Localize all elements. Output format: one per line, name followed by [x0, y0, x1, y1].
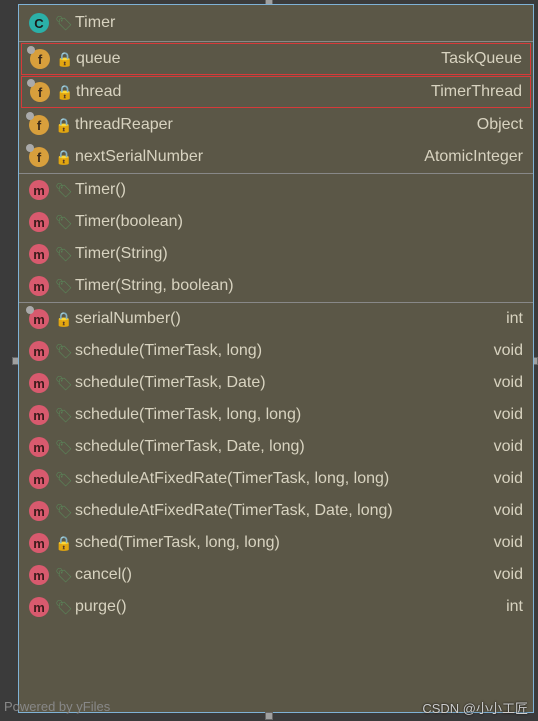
method-icon: m	[29, 405, 49, 425]
package-icon: 🏷	[55, 503, 69, 520]
constructor-signature-label: Timer()	[75, 181, 523, 199]
constructor-signature-label: Timer(boolean)	[75, 213, 523, 231]
class-icon: C	[29, 13, 49, 33]
method-icon: m	[29, 565, 49, 585]
package-icon: 🏷	[55, 343, 69, 360]
method-row[interactable]: m 🏷 schedule(TimerTask, long) void	[19, 335, 533, 367]
package-icon: 🏷	[55, 599, 69, 616]
powered-by-label: Powered by yFiles	[0, 697, 114, 716]
method-icon: m	[29, 597, 49, 617]
field-type-label: TimerThread	[431, 83, 522, 101]
method-icon: m	[29, 276, 49, 296]
lock-icon: 🔒	[55, 311, 69, 328]
package-icon: 🏷	[55, 182, 69, 199]
method-signature-label: purge()	[75, 598, 500, 616]
method-signature-label: schedule(TimerTask, long)	[75, 342, 488, 360]
method-return-label: void	[494, 438, 523, 456]
field-row[interactable]: f 🔒 queue TaskQueue	[21, 43, 531, 75]
constructor-row[interactable]: m 🏷 Timer()	[19, 174, 533, 206]
method-icon: m	[29, 533, 49, 553]
method-return-label: int	[506, 598, 523, 616]
method-row[interactable]: m 🏷 schedule(TimerTask, Date, long) void	[19, 431, 533, 463]
method-icon: m	[29, 180, 49, 200]
method-icon: m	[29, 309, 49, 329]
field-row[interactable]: f 🔒 thread TimerThread	[21, 76, 531, 108]
field-name-label: queue	[76, 50, 435, 68]
method-row[interactable]: m 🔒 serialNumber() int	[19, 303, 533, 335]
method-row[interactable]: m 🏷 schedule(TimerTask, Date) void	[19, 367, 533, 399]
method-signature-label: schedule(TimerTask, Date)	[75, 374, 488, 392]
fields-section: f 🔒 queue TaskQueue f 🔒 thread TimerThre…	[19, 41, 533, 173]
package-icon: 🏷	[55, 246, 69, 263]
method-icon: m	[29, 212, 49, 232]
field-icon: f	[29, 147, 49, 167]
method-return-label: int	[506, 310, 523, 328]
method-return-label: void	[494, 374, 523, 392]
method-row[interactable]: m 🏷 schedule(TimerTask, long, long) void	[19, 399, 533, 431]
method-icon: m	[29, 341, 49, 361]
lock-icon: 🔒	[56, 51, 70, 68]
method-icon: m	[29, 469, 49, 489]
lock-icon: 🔒	[55, 149, 69, 166]
field-icon: f	[30, 82, 50, 102]
method-row[interactable]: m 🏷 cancel() void	[19, 559, 533, 591]
class-structure-panel: C 🏷 Timer f 🔒 queue TaskQueue f 🔒 thread…	[18, 4, 534, 713]
watermark-label: CSDN @小小工匠	[422, 698, 528, 717]
method-signature-label: schedule(TimerTask, long, long)	[75, 406, 488, 424]
field-name-label: thread	[76, 83, 425, 101]
package-icon: 🏷	[55, 15, 69, 32]
method-signature-label: serialNumber()	[75, 310, 500, 328]
field-name-label: nextSerialNumber	[75, 148, 418, 166]
class-header[interactable]: C 🏷 Timer	[19, 5, 533, 41]
package-icon: 🏷	[55, 278, 69, 295]
constructors-section: m 🏷 Timer() m 🏷 Timer(boolean) m 🏷 Timer…	[19, 173, 533, 302]
method-row[interactable]: m 🔒 sched(TimerTask, long, long) void	[19, 527, 533, 559]
lock-icon: 🔒	[55, 535, 69, 552]
field-row[interactable]: f 🔒 nextSerialNumber AtomicInteger	[19, 141, 533, 173]
field-name-label: threadReaper	[75, 116, 471, 134]
package-icon: 🏷	[55, 567, 69, 584]
methods-section: m 🔒 serialNumber() int m 🏷 schedule(Time…	[19, 302, 533, 623]
field-row[interactable]: f 🔒 threadReaper Object	[19, 109, 533, 141]
method-signature-label: scheduleAtFixedRate(TimerTask, Date, lon…	[75, 502, 488, 520]
method-return-label: void	[494, 406, 523, 424]
constructor-row[interactable]: m 🏷 Timer(boolean)	[19, 206, 533, 238]
method-signature-label: schedule(TimerTask, Date, long)	[75, 438, 488, 456]
method-return-label: void	[494, 342, 523, 360]
package-icon: 🏷	[55, 214, 69, 231]
package-icon: 🏷	[55, 439, 69, 456]
field-type-label: Object	[477, 116, 523, 134]
constructor-signature-label: Timer(String)	[75, 245, 523, 263]
method-row[interactable]: m 🏷 purge() int	[19, 591, 533, 623]
field-icon: f	[29, 115, 49, 135]
method-icon: m	[29, 244, 49, 264]
constructor-row[interactable]: m 🏷 Timer(String)	[19, 238, 533, 270]
method-return-label: void	[494, 566, 523, 584]
lock-icon: 🔒	[55, 117, 69, 134]
lock-icon: 🔒	[56, 84, 70, 101]
class-name-label: Timer	[75, 14, 523, 32]
method-signature-label: sched(TimerTask, long, long)	[75, 534, 488, 552]
method-row[interactable]: m 🏷 scheduleAtFixedRate(TimerTask, Date,…	[19, 495, 533, 527]
method-signature-label: scheduleAtFixedRate(TimerTask, long, lon…	[75, 470, 488, 488]
constructor-row[interactable]: m 🏷 Timer(String, boolean)	[19, 270, 533, 302]
method-return-label: void	[494, 534, 523, 552]
package-icon: 🏷	[55, 407, 69, 424]
method-return-label: void	[494, 502, 523, 520]
method-signature-label: cancel()	[75, 566, 488, 584]
field-type-label: AtomicInteger	[424, 148, 523, 166]
field-type-label: TaskQueue	[441, 50, 522, 68]
method-return-label: void	[494, 470, 523, 488]
method-icon: m	[29, 501, 49, 521]
package-icon: 🏷	[55, 375, 69, 392]
field-icon: f	[30, 49, 50, 69]
method-icon: m	[29, 437, 49, 457]
method-icon: m	[29, 373, 49, 393]
constructor-signature-label: Timer(String, boolean)	[75, 277, 523, 295]
resize-handle-bottom[interactable]	[265, 712, 273, 720]
method-row[interactable]: m 🏷 scheduleAtFixedRate(TimerTask, long,…	[19, 463, 533, 495]
package-icon: 🏷	[55, 471, 69, 488]
